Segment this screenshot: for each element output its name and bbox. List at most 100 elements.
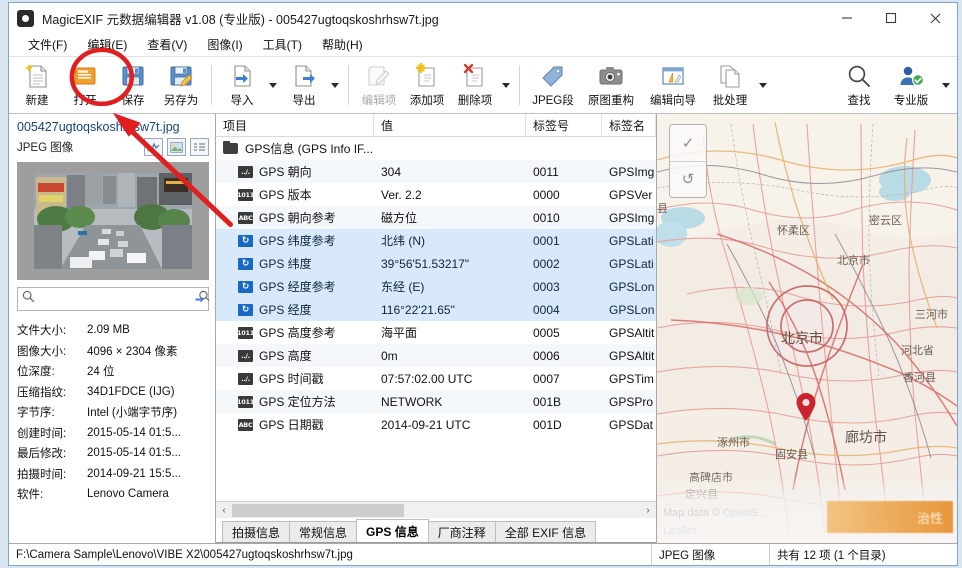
table-row[interactable]: ↻ GPS 纬度 39°56'51.53217" 0002 GPSLati bbox=[216, 252, 656, 275]
cell-item-name: GPS信息 (GPS Info IF... bbox=[216, 137, 374, 160]
info-key: 文件大小: bbox=[17, 325, 67, 338]
toolbar-button-new[interactable]: 新建 bbox=[13, 58, 61, 112]
delete-item-dropdown-caret[interactable] bbox=[499, 58, 513, 112]
info-key: 软件: bbox=[17, 489, 44, 502]
scroll-track[interactable] bbox=[232, 502, 640, 518]
map-place-label: 三河市 bbox=[915, 309, 948, 321]
info-key: 压缩指纹: bbox=[17, 386, 67, 399]
column-header-tag-id[interactable]: 标签号 bbox=[526, 114, 602, 136]
info-value: 2014-09-21 15:5... bbox=[87, 467, 181, 480]
info-row-software: 软件: Lenovo Camera bbox=[17, 484, 209, 505]
info-value: 4096 × 2304 像素 bbox=[87, 345, 178, 358]
toolbar-button-open[interactable]: 打开 bbox=[61, 58, 109, 112]
info-value: Lenovo Camera bbox=[87, 488, 169, 501]
toolbar-button-save-as[interactable]: 另存为 bbox=[157, 58, 205, 112]
scroll-thumb[interactable] bbox=[232, 503, 404, 517]
toolbar-label-delete-item: 删除项 bbox=[457, 95, 493, 107]
map-controls: ✓ ↺ bbox=[669, 124, 707, 198]
menu-item-help[interactable]: 帮助(H) bbox=[313, 34, 372, 55]
column-header-item[interactable]: 项目 bbox=[216, 114, 374, 136]
sidebar-search-row[interactable] bbox=[17, 287, 239, 311]
info-value: 2015-05-14 01:5... bbox=[87, 447, 181, 460]
cell-value: 磁方位 bbox=[381, 211, 418, 225]
toolbar-button-rebuild-original[interactable]: 原图重构 bbox=[580, 58, 642, 112]
export-dropdown-caret[interactable] bbox=[328, 58, 342, 112]
tab-bar: 拍摄信息 常规信息 GPS 信息 厂商注释 全部 EXIF 信息 bbox=[216, 518, 656, 543]
binary-icon: 1011 bbox=[237, 395, 254, 408]
location-pin-marker[interactable] bbox=[795, 392, 817, 422]
table-row[interactable]: ABC GPS 日期戳 2014-09-21 UTC 001D GPSDat bbox=[216, 413, 656, 436]
table-row[interactable]: ../. GPS 时间戳 07:57:02.00 UTC 0007 GPSTim bbox=[216, 367, 656, 390]
toolbar-button-find[interactable]: 查找 bbox=[835, 58, 883, 112]
cell-tag-id: 0002 bbox=[533, 256, 560, 271]
table-row[interactable]: ../. GPS 高度 0m 0006 GPSAltit bbox=[216, 344, 656, 367]
status-item-count: 共有 12 项 (1 个目录) bbox=[769, 543, 957, 565]
table-row[interactable]: ../. GPS 朝向 304 0011 GPSImg bbox=[216, 160, 656, 183]
table-row[interactable]: ABC GPS 朝向参考 磁方位 0010 GPSImg bbox=[216, 206, 656, 229]
import-dropdown-caret[interactable] bbox=[266, 58, 280, 112]
menu-item-image[interactable]: 图像(I) bbox=[198, 34, 251, 55]
menu-item-edit[interactable]: 编辑(E) bbox=[78, 34, 136, 55]
cell-item-name: ../. GPS 朝向 bbox=[216, 160, 374, 183]
table-row[interactable]: ↻ GPS 经度参考 东经 (E) 0003 GPSLon bbox=[216, 275, 656, 298]
menu-item-tools[interactable]: 工具(T) bbox=[254, 34, 311, 55]
column-header-tag-name[interactable]: 标签名 bbox=[602, 114, 656, 136]
info-value: Intel (小端字节序) bbox=[87, 407, 178, 420]
toolbar-button-batch[interactable]: 批处理 bbox=[704, 58, 756, 112]
toolbar-button-jpeg-segment[interactable]: JPEG段 bbox=[526, 58, 580, 112]
toolbar-button-import[interactable]: 导入 bbox=[218, 58, 266, 112]
toolbar-button-delete-item[interactable]: 删除项 bbox=[451, 58, 499, 112]
tab-all-exif[interactable]: 全部 EXIF 信息 bbox=[494, 521, 597, 542]
maximize-button[interactable] bbox=[869, 3, 913, 33]
info-key: 图像大小: bbox=[17, 345, 67, 358]
toolbar-button-add-item[interactable]: 添加项 bbox=[403, 58, 451, 112]
application-window: MagicEXIF 元数据编辑器 v1.08 (专业版) - 005427ugt… bbox=[8, 2, 958, 566]
gps-map-panel[interactable]: ✓ ↺ 怀柔区密云区县北京市三河市北京市河北省香河县廊坊市涿州市固安县高碑店市定… bbox=[657, 114, 957, 543]
map-place-label: 北京市 bbox=[781, 330, 823, 346]
preview-image-icon[interactable] bbox=[167, 138, 186, 156]
folder-icon bbox=[223, 141, 239, 155]
tab-shooting-info[interactable]: 拍摄信息 bbox=[222, 521, 291, 542]
cell-item-label: GPS 朝向参考 bbox=[259, 211, 336, 225]
tab-gps-info[interactable]: GPS 信息 bbox=[356, 519, 429, 542]
sidebar-filetype-row: JPEG 图像 bbox=[17, 137, 209, 157]
horizontal-scrollbar[interactable]: ‹ › bbox=[216, 501, 656, 518]
menu-item-view[interactable]: 查看(V) bbox=[138, 34, 196, 55]
toolbar-label-new: 新建 bbox=[25, 95, 49, 107]
toolbar-button-edit-item[interactable]: 编辑项 bbox=[355, 58, 403, 112]
table-row[interactable]: 1011 GPS 定位方法 NETWORK 001B GPSPro bbox=[216, 390, 656, 413]
histogram-icon[interactable] bbox=[144, 138, 163, 156]
table-row[interactable]: 1011 GPS 版本 Ver. 2.2 0000 GPSVer bbox=[216, 183, 656, 206]
confirm-check-icon[interactable]: ✓ bbox=[670, 125, 706, 162]
scroll-right-arrow[interactable]: › bbox=[640, 502, 656, 518]
cell-item-name: 1011 GPS 版本 bbox=[216, 183, 374, 206]
toolbar-button-pro-version[interactable]: 专业版 bbox=[883, 58, 939, 112]
map-place-label: 怀柔区 bbox=[777, 225, 810, 237]
save-disk-icon bbox=[120, 62, 146, 90]
info-row-byte-order: 字节序: Intel (小端字节序) bbox=[17, 402, 209, 423]
search-go-icon[interactable] bbox=[195, 290, 211, 308]
table-row[interactable]: ↻ GPS 经度 116°22'21.65" 0004 GPSLon bbox=[216, 298, 656, 321]
table-row[interactable]: ↻ GPS 纬度参考 北纬 (N) 0001 GPSLati bbox=[216, 229, 656, 252]
table-row[interactable]: GPS信息 (GPS Info IF... bbox=[216, 137, 656, 160]
reset-undo-icon[interactable]: ↺ bbox=[670, 162, 706, 198]
column-header-value[interactable]: 值 bbox=[374, 114, 526, 136]
search-input[interactable] bbox=[38, 293, 192, 305]
menu-item-file[interactable]: 文件(F) bbox=[19, 34, 76, 55]
toolbar-button-save[interactable]: 保存 bbox=[109, 58, 157, 112]
pro-version-dropdown-caret[interactable] bbox=[939, 58, 953, 112]
image-thumbnail[interactable] bbox=[34, 173, 192, 269]
info-key: 位深度: bbox=[17, 366, 55, 379]
scroll-left-arrow[interactable]: ‹ bbox=[216, 502, 232, 518]
minimize-button[interactable] bbox=[825, 3, 869, 33]
toolbar-button-edit-wizard[interactable]: 编辑向导 bbox=[642, 58, 704, 112]
tab-maker-note[interactable]: 厂商注释 bbox=[427, 521, 496, 542]
table-row[interactable]: 1011 GPS 高度参考 海平面 0005 GPSAltit bbox=[216, 321, 656, 344]
batch-dropdown-caret[interactable] bbox=[756, 58, 770, 112]
details-list-icon[interactable] bbox=[190, 138, 209, 156]
close-button[interactable] bbox=[913, 3, 957, 33]
tab-general-info[interactable]: 常规信息 bbox=[289, 521, 358, 542]
cell-item-name: ABC GPS 日期戳 bbox=[216, 413, 374, 436]
toolbar-button-export[interactable]: 导出 bbox=[280, 58, 328, 112]
cell-item-name: ↻ GPS 纬度参考 bbox=[216, 229, 374, 252]
